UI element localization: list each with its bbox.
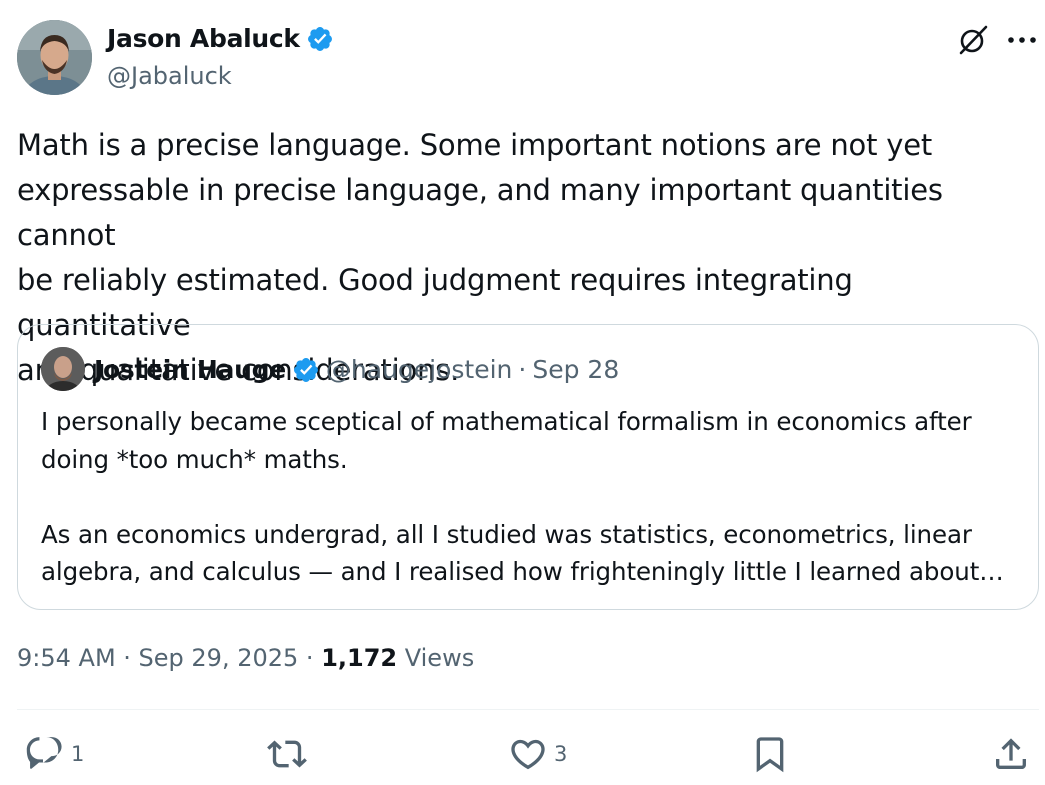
- bookmark-icon: [756, 737, 784, 773]
- reply-button[interactable]: 1: [25, 734, 84, 774]
- views-count: 1,172: [321, 644, 398, 672]
- author-avatar[interactable]: [17, 20, 92, 95]
- meta-separator: ·: [115, 644, 139, 672]
- bookmark-button[interactable]: [750, 734, 790, 774]
- quoted-display-name: Jostein Hauge: [94, 355, 286, 384]
- quoted-handle: @haugejostein: [325, 355, 513, 384]
- reply-icon: [26, 737, 62, 769]
- quoted-header: Jostein Hauge @haugejostein · Sep 28: [94, 355, 619, 385]
- like-button[interactable]: 3: [508, 734, 567, 774]
- quoted-text: I personally became sceptical of mathema…: [41, 407, 1004, 586]
- like-count: 3: [554, 742, 568, 766]
- author-display-name[interactable]: Jason Abaluck: [107, 24, 300, 53]
- reply-count: 1: [71, 742, 85, 766]
- meta-separator: ·: [298, 644, 322, 672]
- tweet-meta: 9:54 AM · Sep 29, 2025 · 1,172 Views: [17, 644, 474, 672]
- share-icon: [996, 738, 1026, 769]
- quoted-author-avatar[interactable]: [41, 347, 85, 391]
- tweet-time[interactable]: 9:54 AM: [17, 644, 116, 672]
- views-label: Views: [397, 644, 475, 672]
- quoted-date: Sep 28: [532, 355, 620, 384]
- grok-icon[interactable]: [955, 22, 991, 58]
- more-icon[interactable]: [1003, 22, 1041, 58]
- repost-icon: [267, 740, 307, 768]
- author-name-row: Jason Abaluck: [107, 24, 334, 53]
- verified-badge-icon: [307, 26, 332, 51]
- tweet-date[interactable]: Sep 29, 2025: [139, 644, 299, 672]
- divider: [17, 709, 1039, 710]
- quoted-separator: ·: [518, 355, 527, 384]
- quoted-tweet-card[interactable]: Jostein Hauge @haugejostein · Sep 28 I p…: [17, 324, 1039, 610]
- share-button[interactable]: [991, 734, 1031, 774]
- heart-icon: [511, 739, 545, 770]
- verified-badge-icon: [293, 358, 318, 382]
- tweet: Jason Abaluck @Jabaluck Math is a precis…: [0, 0, 1045, 785]
- repost-button[interactable]: [266, 734, 314, 774]
- author-handle[interactable]: @Jabaluck: [107, 62, 232, 90]
